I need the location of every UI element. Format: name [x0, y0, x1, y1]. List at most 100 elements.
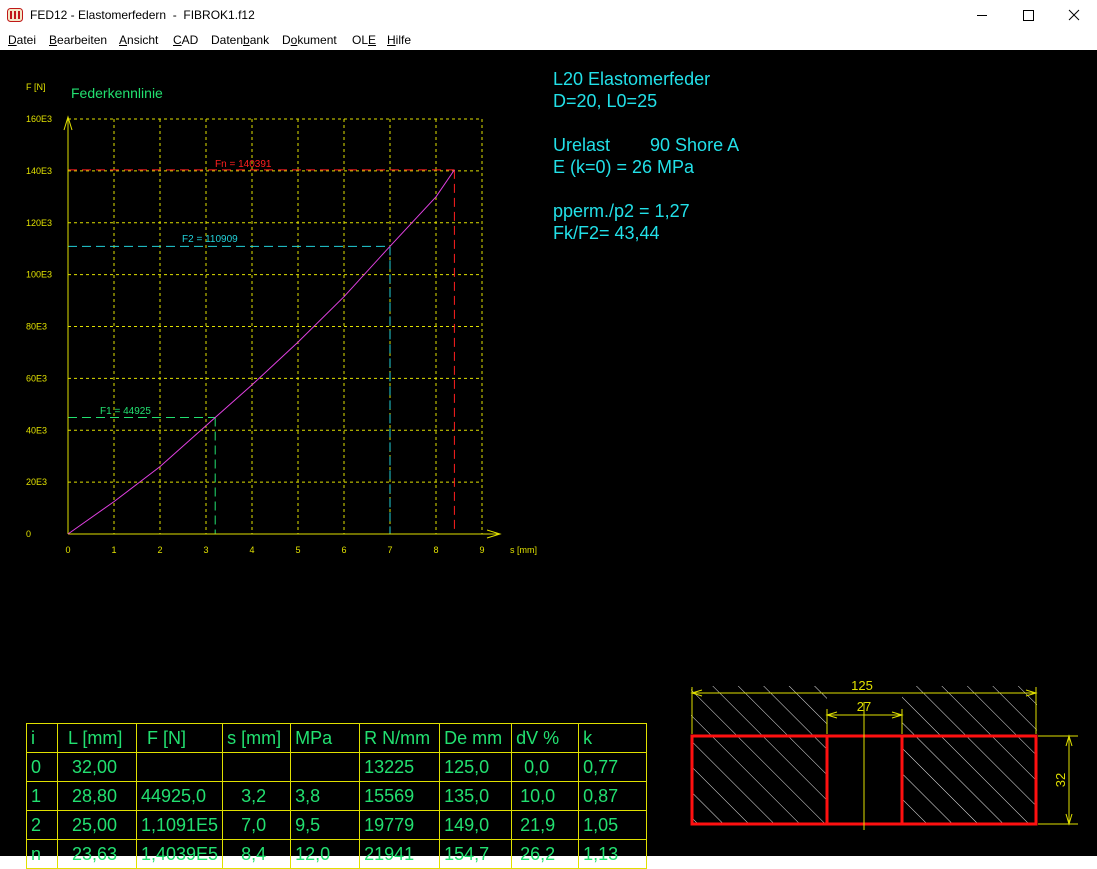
minimize-button[interactable]	[959, 0, 1005, 30]
x-tick-label: 3	[203, 545, 208, 555]
info-buckling-ratio: Fk/F2= 43,44	[553, 223, 660, 243]
y-tick-label: 140E3	[26, 166, 52, 176]
y-tick-label: 80E3	[26, 322, 47, 332]
table-header-cell: R N/mm	[359, 723, 441, 753]
table-cell: 44925,0	[135, 781, 224, 811]
table-cell: 0	[26, 752, 58, 782]
x-tick-label: 4	[249, 545, 254, 555]
table-header-row: i L [mm] F [N] s [mm] MPa R N/mm De mm d…	[26, 723, 648, 753]
table-header-cell: L [mm]	[57, 723, 137, 753]
table-cell: 135,0	[439, 781, 513, 811]
info-spring-type: L20 Elastomerfeder	[553, 69, 711, 89]
x-tick-label: 5	[295, 545, 300, 555]
menu-cad[interactable]: CAD	[173, 33, 198, 47]
table-cell: 0,0	[511, 752, 580, 782]
close-icon	[1068, 9, 1080, 21]
menu-ansicht[interactable]: Ansicht	[119, 33, 158, 47]
table-header-cell: k	[578, 723, 648, 753]
window-title: FED12 - Elastomerfedern - FIBROK1.f12	[30, 8, 255, 22]
table-row: 1 28,80 44925,0 3,2 3,8 15569 135,0 10,0…	[26, 781, 648, 811]
table-cell: 19779	[359, 810, 441, 840]
x-axis-label: s [mm]	[510, 545, 537, 555]
minimize-icon	[977, 15, 987, 16]
table-cell: 125,0	[439, 752, 513, 782]
x-tick-label: 9	[479, 545, 484, 555]
x-tick-label: 1	[111, 545, 116, 555]
info-material: Urelast 90 Shore A	[553, 135, 740, 155]
y-tick-label: 40E3	[26, 425, 47, 435]
table-cell: 15569	[359, 781, 441, 811]
table-cell: 149,0	[439, 810, 513, 840]
f2-marker-label: F2 = 110909	[182, 234, 238, 245]
x-tick-label: 0	[65, 545, 70, 555]
menu-datenbank[interactable]: Datenbank	[211, 33, 269, 47]
table-cell: 1	[26, 781, 58, 811]
table-cell: 12,0	[290, 839, 361, 869]
table-cell: 21941	[359, 839, 441, 869]
table-header-cell: De mm	[439, 723, 513, 753]
y-tick-label: 60E3	[26, 373, 47, 383]
x-tick-label: 6	[341, 545, 346, 555]
x-tick-label: 2	[157, 545, 162, 555]
results-table: i L [mm] F [N] s [mm] MPa R N/mm De mm d…	[26, 723, 648, 869]
table-row: n 23,63 1,4039E5 8,4 12,0 21941 154,7 26…	[26, 839, 648, 869]
table-row: 0 32,00 13225 125,0 0,0 0,77	[26, 752, 648, 782]
maximize-icon	[1023, 10, 1034, 21]
inner-diameter-dimension: 27	[857, 699, 871, 714]
fn-marker-label: Fn = 140391	[215, 159, 272, 170]
table-cell: 28,80	[57, 781, 137, 811]
y-tick-label: 100E3	[26, 270, 52, 280]
table-cell: 7,0	[222, 810, 292, 840]
table-cell: 154,7	[439, 839, 513, 869]
table-cell: 23,63	[57, 839, 137, 869]
table-cell: 1,4039E5	[135, 839, 224, 869]
table-cell: 25,00	[57, 810, 137, 840]
menu-datei[interactable]: Datei	[8, 33, 36, 47]
drawing-canvas[interactable]: 0 20E3 40E3 60E3 80E3 100E3 120E3 140E3 160E3 01…	[0, 50, 1097, 869]
table-header-cell: dV %	[511, 723, 580, 753]
application-window: FED12 - Elastomerfedern - FIBROK1.f12 Da…	[0, 0, 1097, 869]
table-cell: 3,2	[222, 781, 292, 811]
table-header-cell: s [mm]	[222, 723, 292, 753]
table-cell: 26,2	[511, 839, 580, 869]
table-cell: 1,1091E5	[135, 810, 224, 840]
info-modulus: E (k=0) = 26 MPa	[553, 157, 695, 177]
close-button[interactable]	[1051, 0, 1097, 30]
info-dimensions: D=20, L0=25	[553, 91, 658, 111]
table-cell	[135, 752, 224, 782]
table-cell: 8,4	[222, 839, 292, 869]
x-tick-label: 8	[433, 545, 438, 555]
chart-title: Federkennlinie	[71, 85, 163, 101]
table-row: 2 25,00 1,1091E5 7,0 9,5 19779 149,0 21,…	[26, 810, 648, 840]
y-tick-label: 160E3	[26, 114, 52, 124]
table-cell: 21,9	[511, 810, 580, 840]
maximize-button[interactable]	[1005, 0, 1051, 30]
table-cell	[290, 752, 361, 782]
table-header-cell: i	[26, 723, 58, 753]
fed12-app-icon	[7, 8, 23, 22]
x-tick-label: 7	[387, 545, 392, 555]
table-cell: 0,77	[578, 752, 648, 782]
y-tick-label: 20E3	[26, 477, 47, 487]
table-header-cell: MPa	[290, 723, 361, 753]
table-cell: 10,0	[511, 781, 580, 811]
table-cell	[222, 752, 292, 782]
f1-marker-label: F1 = 44925	[100, 406, 151, 417]
menu-dokument[interactable]: Dokument	[282, 33, 337, 47]
outer-diameter-dimension: 125	[851, 678, 873, 693]
y-tick-label: 0	[26, 529, 31, 539]
table-cell: 1,05	[578, 810, 648, 840]
menu-bar: Datei Bearbeiten Ansicht CAD Datenbank D…	[0, 30, 1097, 50]
y-axis-label: F [N]	[26, 82, 46, 92]
menu-ole[interactable]: OLE	[352, 33, 376, 47]
table-cell: 9,5	[290, 810, 361, 840]
table-cell: 3,8	[290, 781, 361, 811]
menu-hilfe[interactable]: Hilfe	[387, 33, 411, 47]
menu-bearbeiten[interactable]: Bearbeiten	[49, 33, 107, 47]
table-cell: n	[26, 839, 58, 869]
title-bar[interactable]: FED12 - Elastomerfedern - FIBROK1.f12	[0, 0, 1097, 31]
info-pressure-ratio: pperm./p2 = 1,27	[553, 201, 690, 221]
table-cell: 2	[26, 810, 58, 840]
y-tick-label: 120E3	[26, 218, 52, 228]
table-cell: 0,87	[578, 781, 648, 811]
